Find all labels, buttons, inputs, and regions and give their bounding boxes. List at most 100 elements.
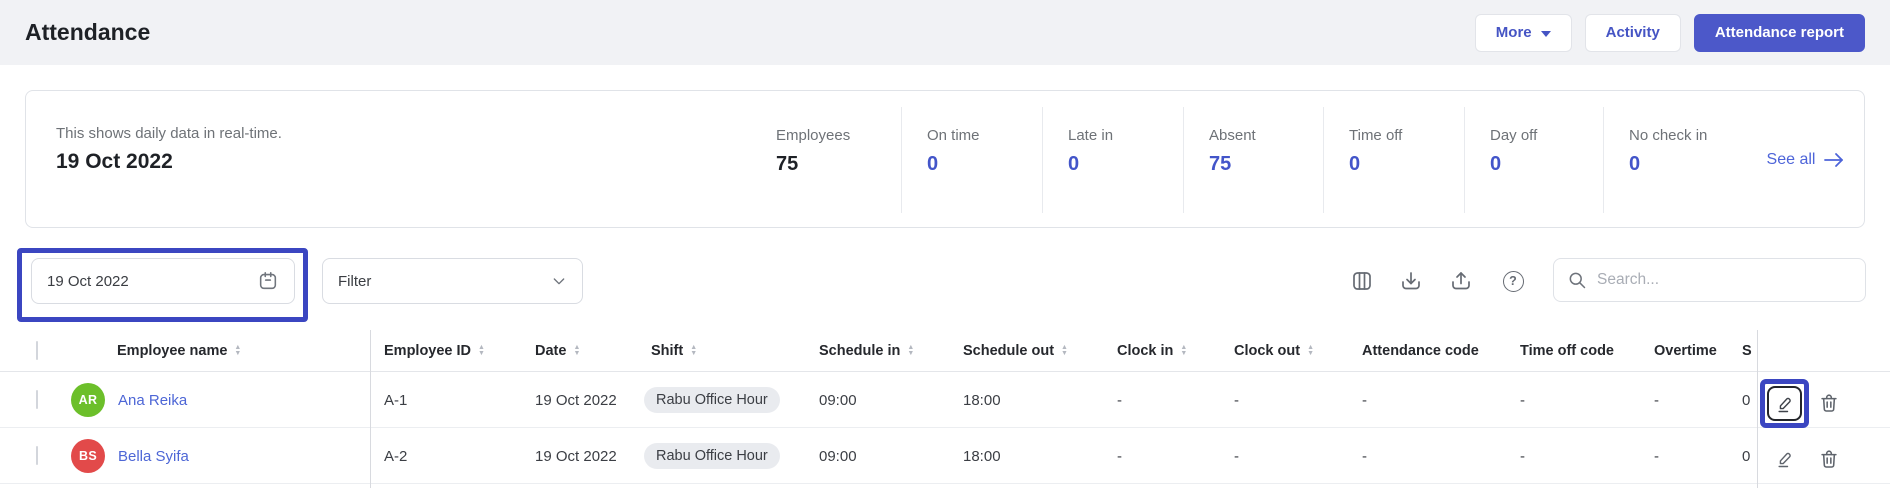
schedule-out-cell: 18:00 [963,391,1001,409]
stat-day-off: Day off 0 [1464,107,1603,213]
search-icon [1569,272,1586,289]
attendance-code-cell: - [1362,391,1367,409]
sort-icon: ▲ ▼ [478,344,485,357]
clipped-value-cell: 0 [1742,391,1751,409]
column-header-employee-name[interactable]: Employee name ▲ ▼ [117,330,241,372]
attendance-report-button[interactable]: Attendance report [1693,13,1865,52]
more-button[interactable]: More [1474,13,1572,52]
avatar: AR [71,383,105,417]
search-input[interactable] [1597,271,1852,289]
date-picker-input[interactable]: 19 Oct 2022 [31,258,295,304]
help-icon: ? [1502,270,1524,292]
chevron-down-icon [553,278,565,285]
table-header-row: Employee name ▲ ▼ Employee ID ▲ ▼ Date ▲ ▼ … [0,330,1890,372]
shift-cell: Rabu Office Hour [644,428,780,484]
date-cell: 19 Oct 2022 [535,391,617,409]
table-column-divider [370,330,371,488]
row-checkbox-cell [36,446,38,465]
stat-on-time: On time 0 [901,107,1042,213]
employee-name-link[interactable]: Bella Syifa [118,428,189,484]
actions-column-divider [1757,330,1758,488]
column-header-time-off-code[interactable]: Time off code [1520,330,1614,372]
see-all-cell: See all [1746,107,1866,213]
clock-in-cell: - [1117,391,1122,409]
summary-stats: Employees 75 On time 0 Late in 0 Absent … [751,107,1866,213]
sort-icon: ▲ ▼ [1180,344,1188,357]
time-off-code-cell: - [1520,447,1525,465]
column-header-clipped[interactable]: S [1742,330,1756,372]
shift-chip: Rabu Office Hour [644,387,780,413]
employee-id-cell: A-1 [384,391,408,409]
activity-button-label: Activity [1605,24,1660,41]
summary-date: 19 Oct 2022 [56,150,173,173]
column-header-clock-out[interactable]: Clock out ▲ ▼ [1234,330,1314,372]
select-all-checkbox-cell [36,341,38,360]
column-header-schedule-out[interactable]: Schedule out ▲ ▼ [963,330,1068,372]
sort-icon: ▲ ▼ [1061,344,1068,357]
shift-chip: Rabu Office Hour [644,443,780,469]
clipped-value-cell: 0 [1742,447,1751,465]
sort-icon: ▲ ▼ [907,344,915,357]
column-header-date[interactable]: Date ▲ ▼ [535,330,580,372]
row-checkbox[interactable] [36,390,38,409]
shift-cell: Rabu Office Hour [644,372,780,428]
column-header-attendance-code[interactable]: Attendance code [1362,330,1479,372]
stat-time-off: Time off 0 [1323,107,1464,213]
clock-out-cell: - [1234,391,1239,409]
date-picker-value: 19 Oct 2022 [47,272,129,290]
overtime-cell: - [1654,447,1659,465]
table-row: BS Bella Syifa A-2 19 Oct 2022 Rabu Offi… [0,428,1890,484]
column-header-shift[interactable]: Shift ▲ ▼ [651,330,697,372]
filter-dropdown[interactable]: Filter [322,258,583,304]
employee-name-link[interactable]: Ana Reika [118,372,187,428]
overtime-cell: - [1654,391,1659,409]
employee-id-cell: A-2 [384,447,408,465]
edit-pencil-icon [1777,397,1791,412]
columns-icon [1353,272,1371,290]
delete-button[interactable] [1817,391,1841,415]
attendance-page: Attendance More Activity Attendance repo… [0,0,1890,488]
select-all-checkbox[interactable] [36,341,38,360]
schedule-in-cell: 09:00 [819,447,857,465]
stat-employees: Employees 75 [776,127,851,175]
daily-summary-card: This shows daily data in real-time. 19 O… [25,90,1865,228]
sort-icon: ▲ ▼ [573,344,581,357]
schedule-in-cell: 09:00 [819,391,857,409]
row-checkbox-cell [36,390,38,409]
see-all-label: See all [1766,151,1816,168]
download-icon [1402,272,1420,290]
page-title: Attendance [25,19,151,45]
stat-no-check-in: No check in 0 [1603,107,1746,213]
edit-button[interactable] [1767,386,1802,421]
columns-button[interactable] [1349,268,1375,294]
download-button[interactable] [1398,268,1424,294]
stat-absent: Absent 75 [1183,107,1323,213]
summary-subtitle: This shows daily data in real-time. [56,125,282,142]
column-header-employee-id[interactable]: Employee ID ▲ ▼ [384,330,485,372]
row-checkbox[interactable] [36,446,38,465]
delete-button[interactable] [1817,447,1841,471]
attendance-report-label: Attendance report [1714,24,1844,41]
column-header-overtime[interactable]: Overtime [1654,330,1717,372]
column-header-clock-in[interactable]: Clock in ▲ ▼ [1117,330,1187,372]
activity-button[interactable]: Activity [1584,13,1681,52]
clock-out-cell: - [1234,447,1239,465]
help-button[interactable]: ? [1500,268,1526,294]
chevron-down-icon [1540,30,1551,37]
column-header-schedule-in[interactable]: Schedule in ▲ ▼ [819,330,914,372]
table-row: AR Ana Reika A-1 19 Oct 2022 Rabu Office… [0,372,1890,428]
edit-button[interactable] [1773,447,1797,471]
export-icon [1452,272,1470,290]
attendance-code-cell: - [1362,447,1367,465]
avatar: BS [71,439,105,473]
trash-icon [1821,450,1837,468]
search-box [1553,258,1866,302]
sort-icon: ▲ ▼ [1307,344,1314,357]
topbar: Attendance More Activity Attendance repo… [0,0,1890,65]
sort-icon: ▲ ▼ [690,344,698,357]
see-all-link[interactable]: See all [1767,151,1846,169]
sort-icon: ▲ ▼ [234,344,242,357]
trash-icon [1821,394,1837,412]
export-button[interactable] [1448,268,1474,294]
date-cell: 19 Oct 2022 [535,447,617,465]
